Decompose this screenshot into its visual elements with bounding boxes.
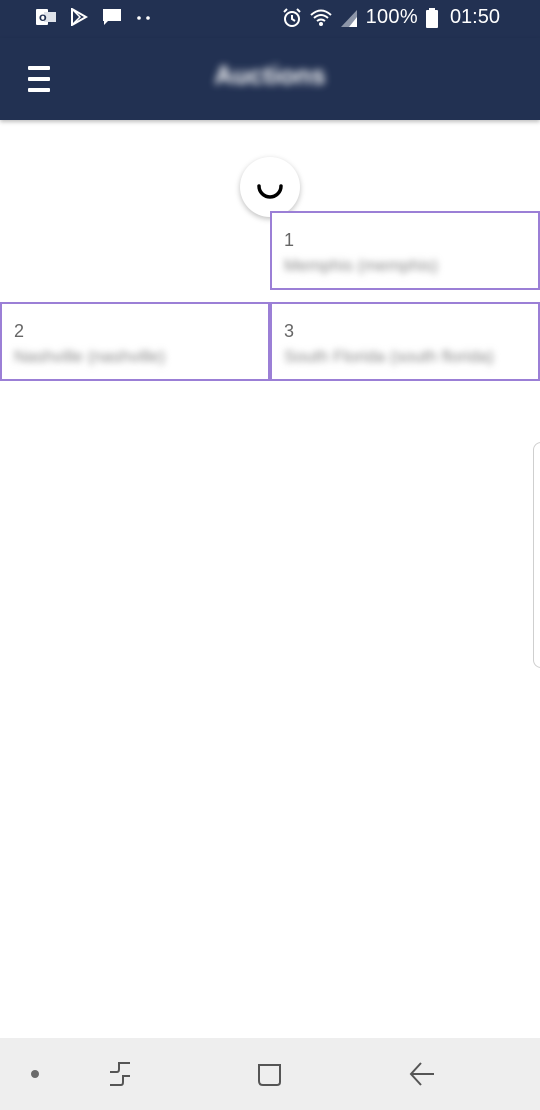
edge-panel-handle[interactable] bbox=[533, 442, 540, 668]
play-store-icon bbox=[71, 8, 88, 26]
status-bar: O 100% 01:50 bbox=[0, 0, 540, 38]
app-bar: Auctions bbox=[0, 38, 540, 120]
recents-icon[interactable] bbox=[96, 1052, 144, 1096]
auction-card[interactable]: 1 Memphis (memphis) bbox=[270, 211, 540, 290]
home-icon[interactable] bbox=[246, 1052, 294, 1096]
outlook-icon: O bbox=[36, 9, 56, 25]
battery-percentage: 100% bbox=[365, 6, 418, 28]
auction-number: 1 bbox=[284, 230, 295, 250]
auction-name: Nashville (nashville) bbox=[14, 347, 166, 366]
battery-icon bbox=[425, 7, 438, 28]
system-status: 100% 01:50 bbox=[282, 6, 500, 29]
navigation-bar bbox=[0, 1038, 540, 1110]
auction-name: Memphis (memphis) bbox=[284, 256, 438, 275]
auction-name: South Florida (south florida) bbox=[284, 347, 494, 366]
auction-card[interactable]: 2 Nashville (nashville) bbox=[0, 302, 270, 381]
back-icon[interactable] bbox=[398, 1052, 446, 1096]
signal-icon bbox=[340, 9, 357, 27]
page-title: Auctions bbox=[214, 60, 326, 90]
loading-spinner bbox=[240, 157, 300, 217]
svg-text:O: O bbox=[39, 14, 47, 24]
more-notifications-icon bbox=[137, 16, 150, 20]
alarm-icon bbox=[282, 7, 301, 27]
auction-number: 3 bbox=[284, 321, 295, 341]
dot-icon[interactable] bbox=[11, 1052, 59, 1096]
notification-icons: O bbox=[36, 8, 152, 26]
wifi-icon bbox=[309, 9, 332, 26]
auction-card[interactable]: 3 South Florida (south florida) bbox=[270, 302, 540, 381]
clock: 01:50 bbox=[449, 6, 500, 28]
message-icon bbox=[103, 9, 121, 25]
auction-number: 2 bbox=[14, 321, 25, 341]
loading-spinner-icon bbox=[257, 184, 283, 199]
